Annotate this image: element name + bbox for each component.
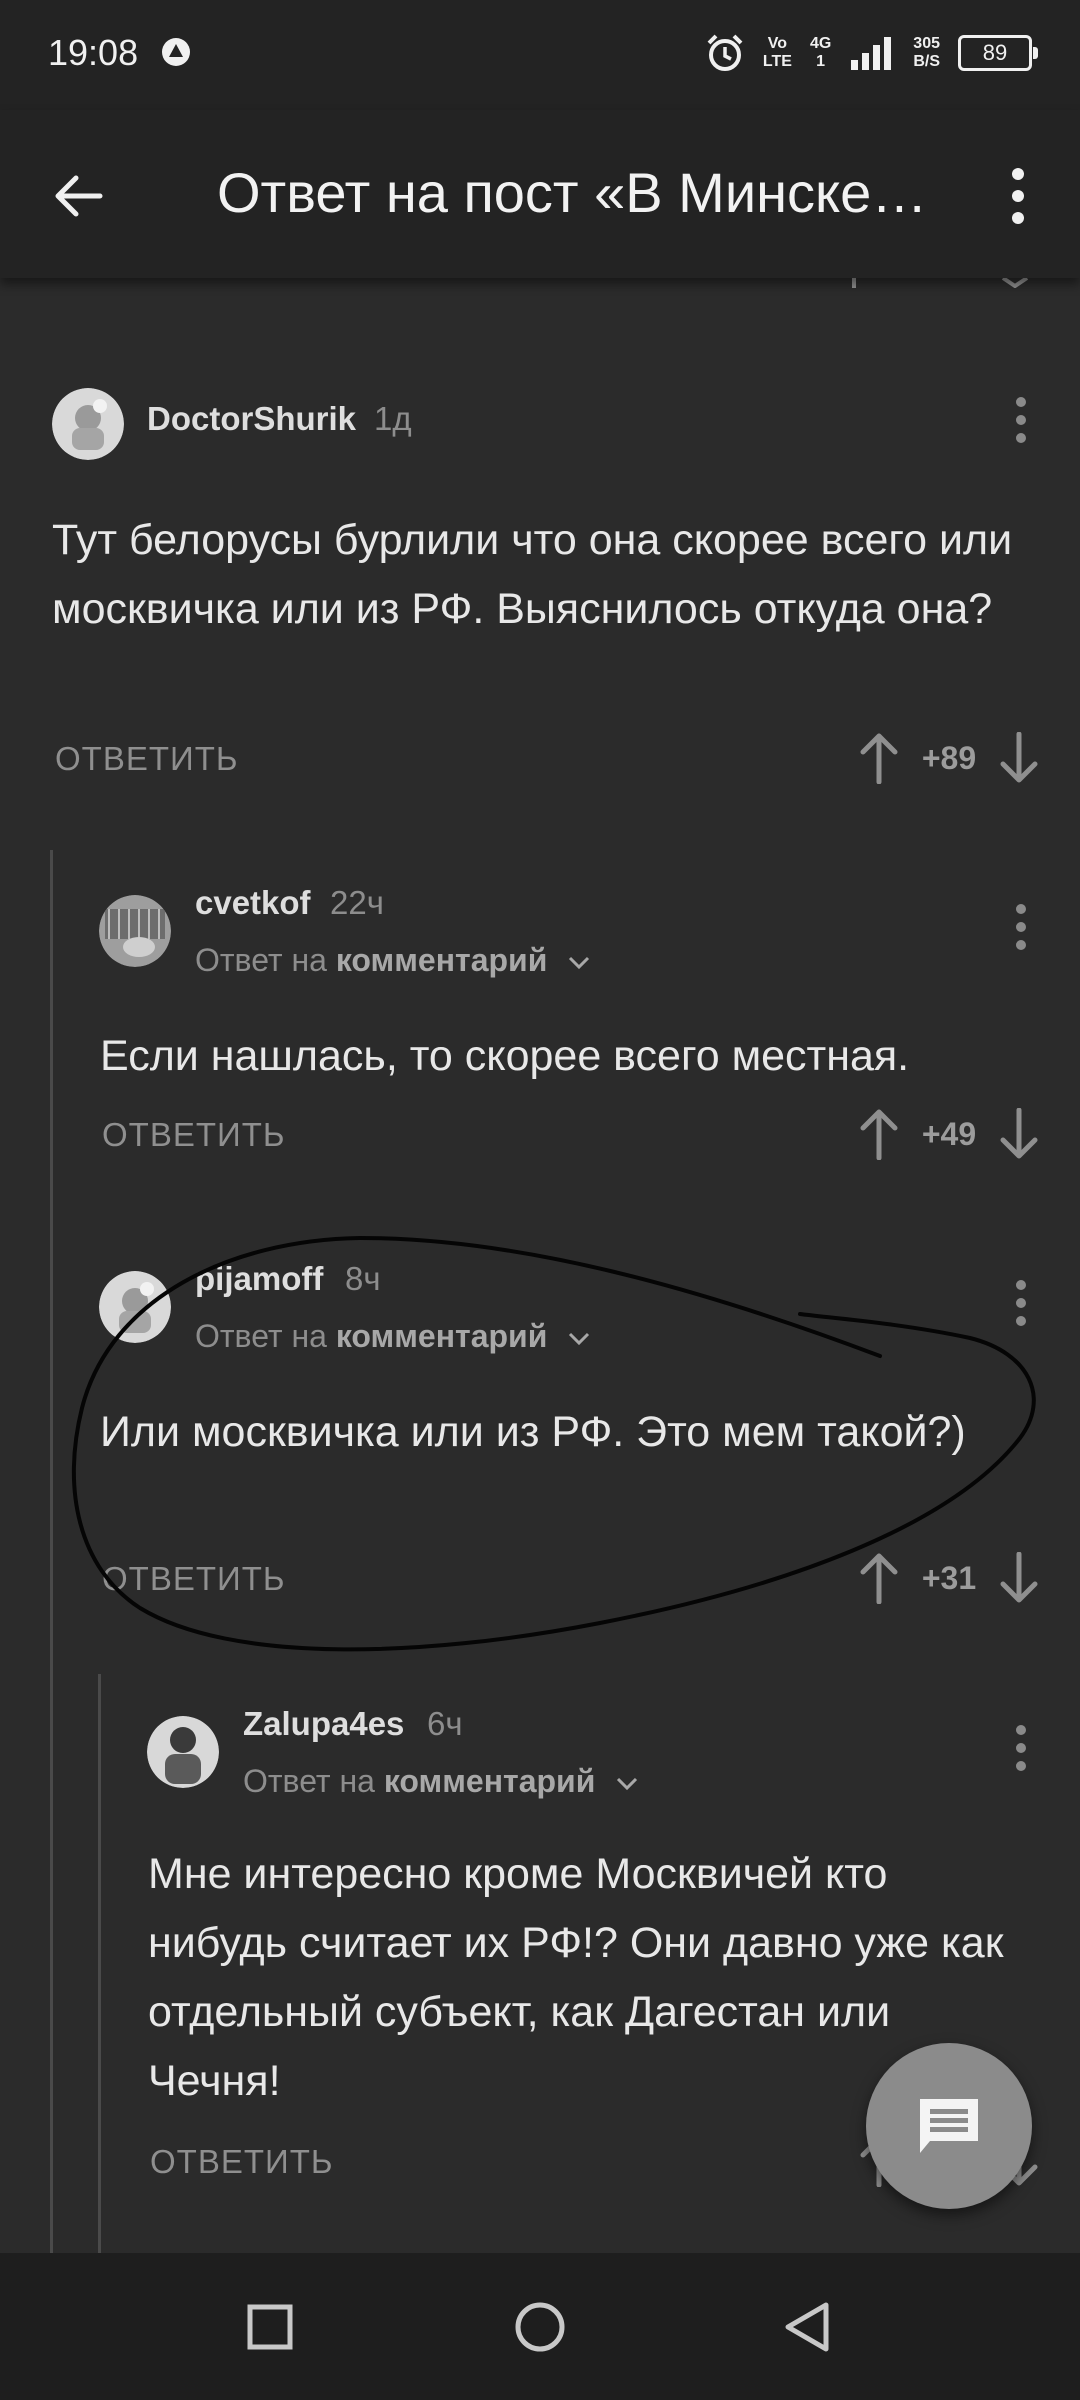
reply-to-target: комментарий: [335, 1318, 548, 1354]
write-comment-button[interactable]: [866, 2043, 1032, 2209]
comment-text: Если нашлась, то скорее всего местная.: [100, 1032, 910, 1080]
comment-author[interactable]: Zalupa4es: [243, 1705, 404, 1743]
avatar[interactable]: [99, 895, 171, 967]
volte-top: Vo: [767, 35, 788, 52]
comment-author[interactable]: cvetkof: [195, 884, 311, 922]
net-speed-value: 305: [913, 35, 940, 52]
chevron-down-icon: [569, 956, 590, 969]
recents-square-icon[interactable]: [240, 2297, 300, 2357]
reply-to-prefix: Ответ на: [195, 942, 327, 978]
status-bar: 19:08 Vo LTE 4G 1 305 B/S 89: [0, 0, 1080, 110]
reply-to-prefix: Ответ на: [195, 1318, 327, 1354]
comment-more-icon[interactable]: [1014, 903, 1028, 951]
more-vert-icon[interactable]: [1006, 166, 1030, 226]
network-type: 4G: [809, 35, 832, 52]
chevron-down-icon: [617, 1777, 638, 1790]
prev-upvote-icon[interactable]: [844, 278, 864, 288]
upvote-icon[interactable]: [858, 1552, 900, 1604]
reply-to-target: комментарий: [335, 942, 548, 978]
comment-time: 6ч: [427, 1705, 463, 1742]
comment-score: +31: [921, 1559, 977, 1596]
reply-button[interactable]: ОТВЕТИТЬ: [102, 1560, 286, 1598]
system-nav-bar: [0, 2253, 1080, 2400]
reply-to-target: комментарий: [383, 1763, 596, 1799]
upvote-icon[interactable]: [858, 1108, 900, 1160]
back-arrow-icon[interactable]: [50, 168, 106, 224]
comment-time: 22ч: [330, 884, 384, 921]
comments-list[interactable]: DoctorShurik 1д Тут белорусы бурлили что…: [0, 278, 1080, 2253]
thread-line-level-2: [98, 1674, 101, 2253]
net-speed: 305 B/S: [913, 35, 940, 71]
app-notification-icon: [162, 38, 190, 66]
comment-time: 8ч: [345, 1260, 381, 1297]
avatar[interactable]: [52, 388, 124, 460]
signal-icon: [851, 37, 892, 70]
reply-button[interactable]: ОТВЕТИТЬ: [102, 1116, 286, 1154]
downvote-icon[interactable]: [998, 732, 1040, 784]
chevron-down-icon: [569, 1332, 590, 1345]
downvote-icon[interactable]: [998, 1108, 1040, 1160]
comment-score: +49: [921, 1115, 977, 1152]
volte-indicator: Vo LTE: [763, 35, 792, 71]
thread-line-level-1: [50, 850, 53, 2253]
prev-downvote-icon[interactable]: [1000, 278, 1030, 288]
reply-to-link[interactable]: Ответ на комментарий: [243, 1763, 638, 1800]
vote-controls: +49: [858, 1104, 1040, 1164]
back-triangle-icon[interactable]: [778, 2297, 838, 2357]
page-title: Ответ на пост «В Минске наш: [217, 161, 937, 224]
home-circle-icon[interactable]: [510, 2297, 570, 2357]
reply-button[interactable]: ОТВЕТИТЬ: [55, 740, 239, 778]
downvote-icon[interactable]: [998, 1552, 1040, 1604]
avatar[interactable]: [147, 1716, 219, 1788]
alarm-icon: [707, 34, 743, 71]
volte-bottom: LTE: [762, 53, 792, 70]
avatar[interactable]: [99, 1271, 171, 1343]
net-speed-unit: B/S: [913, 53, 940, 70]
comment-text: Тут белорусы бурлили что она скорее всег…: [52, 516, 1013, 633]
reply-to-prefix: Ответ на: [243, 1763, 375, 1799]
upvote-icon[interactable]: [858, 732, 900, 784]
battery-icon: 89: [958, 35, 1038, 71]
comment-more-icon[interactable]: [1014, 1279, 1028, 1327]
comment-icon: [920, 2099, 978, 2153]
reply-to-link[interactable]: Ответ на комментарий: [195, 1318, 590, 1355]
comment-time: 1д: [374, 400, 412, 437]
comment-author[interactable]: DoctorShurik: [147, 400, 356, 438]
vote-controls: +89: [858, 728, 1040, 788]
app-bar: Ответ на пост «В Минске наш: [0, 110, 1080, 278]
network-sim: 1: [816, 53, 826, 70]
reply-to-link[interactable]: Ответ на комментарий: [195, 942, 590, 979]
network-indicator: 4G 1: [810, 35, 831, 71]
comment-more-icon[interactable]: [1014, 396, 1028, 444]
comment-text: Или москвичка или из РФ. Это мем такой?): [100, 1408, 966, 1456]
comment-score: +89: [921, 739, 977, 776]
vote-controls: +31: [858, 1548, 1040, 1608]
status-icons: Vo LTE 4G 1 305 B/S 89: [705, 28, 1038, 78]
reply-button[interactable]: ОТВЕТИТЬ: [150, 2143, 334, 2181]
comment-author[interactable]: pijamoff: [195, 1260, 323, 1298]
status-time: 19:08: [48, 32, 139, 73]
comment-more-icon[interactable]: [1014, 1724, 1028, 1772]
